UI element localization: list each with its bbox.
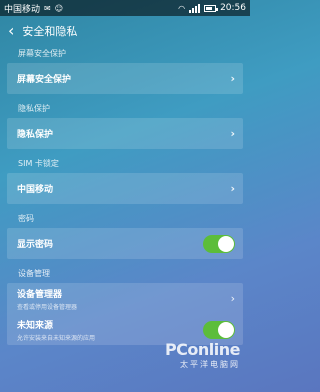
privacy-item[interactable]: 隐私保护 ›: [7, 118, 243, 149]
unknown-sources-toggle[interactable]: [203, 320, 235, 339]
show-password-toggle[interactable]: [203, 234, 235, 253]
item-label: 屏幕安全保护: [17, 75, 72, 85]
nav-bar: ‹ 安全和隐私: [0, 16, 250, 46]
clock-label: 20:56: [220, 3, 246, 13]
section-label: 密码: [18, 214, 34, 223]
signal-icon: [189, 3, 201, 13]
notification-icon: ✉: [44, 3, 51, 13]
carrier-label: 中国移动: [4, 4, 41, 15]
item-title: 设备管理器: [17, 289, 63, 300]
wifi-icon: ◠: [178, 3, 186, 13]
section-device-management: 设备管理 设备管理器 查看或停用设备管理器 › 未知来源 允许安装来自未知来源的…: [0, 259, 250, 345]
section-label: SIM 卡锁定: [18, 159, 59, 168]
chevron-left-icon[interactable]: ‹: [8, 23, 14, 39]
chevron-right-icon: ›: [230, 72, 235, 85]
watermark: PConline 太平洋电脑网: [164, 340, 241, 370]
device-management-card: 设备管理器 查看或停用设备管理器 › 未知来源 允许安装来自未知来源的应用: [7, 283, 243, 345]
section-sim-lock: SIM 卡锁定 中国移动 ›: [0, 149, 250, 204]
section-label: 屏幕安全保护: [18, 49, 66, 58]
screen-security-item[interactable]: 屏幕安全保护 ›: [7, 63, 243, 94]
chevron-right-icon: ›: [230, 127, 235, 140]
section-password: 密码 显示密码: [0, 204, 250, 259]
device-admin-item[interactable]: 设备管理器 查看或停用设备管理器 ›: [17, 283, 235, 314]
status-bar: 中国移动 ✉ ☺ ◠ 20:56: [0, 0, 250, 16]
item-subtitle: 查看或停用设备管理器: [17, 303, 78, 311]
sim-lock-item[interactable]: 中国移动 ›: [7, 173, 243, 204]
item-label: 中国移动: [17, 185, 54, 195]
item-label: 隐私保护: [17, 130, 54, 140]
watermark-brand: PConline: [164, 340, 241, 359]
battery-icon: [204, 4, 219, 12]
chevron-right-icon: ›: [230, 292, 235, 305]
section-label: 设备管理: [18, 269, 50, 278]
item-subtitle: 允许安装来自未知来源的应用: [17, 334, 96, 342]
cat-icon: ☺: [54, 3, 64, 13]
chevron-right-icon: ›: [230, 182, 235, 195]
page-title: 安全和隐私: [22, 25, 78, 38]
item-title: 未知来源: [17, 320, 54, 331]
show-password-item: 显示密码: [7, 228, 243, 259]
section-label: 隐私保护: [18, 104, 50, 113]
section-screen-security: 屏幕安全保护 屏幕安全保护 ›: [0, 46, 250, 94]
section-privacy: 隐私保护 隐私保护 ›: [0, 94, 250, 149]
item-label: 显示密码: [17, 240, 54, 250]
watermark-tagline: 太平洋电脑网: [180, 360, 240, 369]
